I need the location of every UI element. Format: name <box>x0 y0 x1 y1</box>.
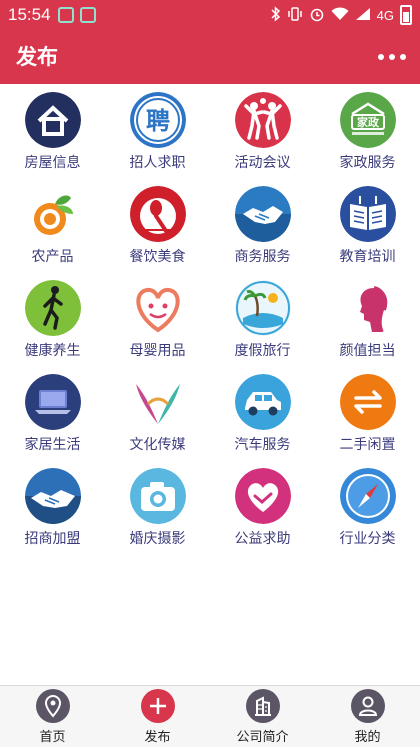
svg-text:家政: 家政 <box>357 115 380 129</box>
category-item[interactable]: 家居生活 <box>0 374 105 468</box>
category-item[interactable]: 教育培训 <box>315 186 420 280</box>
category-label: 度假旅行 <box>234 343 291 359</box>
category-item[interactable]: 公益求助 <box>210 468 315 562</box>
mother-baby-icon <box>129 280 186 336</box>
category-item[interactable]: 二手闲置 <box>315 374 420 468</box>
user-icon <box>350 689 385 723</box>
category-item[interactable]: 婚庆摄影 <box>105 468 210 562</box>
island-icon <box>234 280 291 336</box>
bluetooth-icon <box>271 5 281 25</box>
category-item[interactable]: 行业分类 <box>315 468 420 562</box>
category-label: 招人求职 <box>129 155 186 171</box>
tab-label: 发布 <box>144 730 171 745</box>
signal-icon <box>355 7 371 24</box>
category-item[interactable]: 房屋信息 <box>0 92 105 186</box>
svg-text:聘: 聘 <box>146 107 170 135</box>
category-item[interactable]: 招商加盟 <box>0 468 105 562</box>
category-label: 家政服务 <box>339 155 396 171</box>
location-pin-icon <box>35 689 70 723</box>
dining-icon <box>129 186 186 242</box>
category-item[interactable]: 商务服务 <box>210 186 315 280</box>
tab-mine[interactable]: 我的 <box>315 686 420 747</box>
handshake-icon <box>234 186 291 242</box>
category-label: 行业分类 <box>339 531 396 547</box>
culture-icon <box>129 374 186 430</box>
housekeeping-icon: 家政 <box>339 92 396 148</box>
recruit-icon: 聘 <box>129 92 186 148</box>
category-item[interactable]: 农产品 <box>0 186 105 280</box>
walking-icon <box>24 280 81 336</box>
building-icon <box>245 689 280 723</box>
scan-notification-icon <box>80 7 96 23</box>
category-label: 二手闲置 <box>339 437 396 453</box>
beauty-icon <box>339 280 396 336</box>
category-item[interactable]: 文化传媒 <box>105 374 210 468</box>
category-label: 农产品 <box>31 249 74 265</box>
category-label: 母婴用品 <box>129 343 186 359</box>
category-item[interactable]: 汽车服务 <box>210 374 315 468</box>
charity-heart-icon <box>234 468 291 524</box>
plus-icon <box>140 689 175 723</box>
category-label: 商务服务 <box>234 249 291 265</box>
app-header: 发布 <box>0 30 420 84</box>
camera-icon <box>129 468 186 524</box>
category-item[interactable]: 餐饮美食 <box>105 186 210 280</box>
tab-publish[interactable]: 发布 <box>105 686 210 747</box>
category-label: 汽车服务 <box>234 437 291 453</box>
vibrate-icon <box>287 6 303 25</box>
category-label: 婚庆摄影 <box>129 531 186 547</box>
tab-label: 首页 <box>39 730 66 745</box>
partnership-icon <box>24 468 81 524</box>
wechat-notification-icon <box>58 7 74 23</box>
activity-icon <box>234 92 291 148</box>
tab-label: 我的 <box>354 730 381 745</box>
category-label: 健康养生 <box>24 343 81 359</box>
category-item[interactable]: 家政 家政服务 <box>315 92 420 186</box>
wifi-icon <box>331 6 349 24</box>
category-item[interactable]: 活动会议 <box>210 92 315 186</box>
category-label: 文化传媒 <box>129 437 186 453</box>
category-item[interactable]: 度假旅行 <box>210 280 315 374</box>
category-label: 教育培训 <box>339 249 396 265</box>
book-icon <box>339 186 396 242</box>
category-label: 家居生活 <box>24 437 81 453</box>
produce-icon <box>24 186 81 242</box>
bottom-tab-bar: 首页 发布 公司简介 我的 <box>0 685 420 747</box>
exchange-icon <box>339 374 396 430</box>
house-icon <box>24 92 81 148</box>
category-label: 颜值担当 <box>339 343 396 359</box>
category-item[interactable]: 母婴用品 <box>105 280 210 374</box>
category-item[interactable]: 聘 招人求职 <box>105 92 210 186</box>
category-item[interactable]: 颜值担当 <box>315 280 420 374</box>
compass-icon <box>339 468 396 524</box>
tab-home[interactable]: 首页 <box>0 686 105 747</box>
page-title: 发布 <box>16 45 58 69</box>
category-label: 公益求助 <box>234 531 291 547</box>
status-time: 15:54 <box>8 5 51 24</box>
tab-label: 公司简介 <box>236 730 289 745</box>
category-label: 餐饮美食 <box>129 249 186 265</box>
category-label: 活动会议 <box>234 155 291 171</box>
status-bar: 15:54 4G <box>0 0 420 30</box>
tab-company[interactable]: 公司简介 <box>210 686 315 747</box>
car-icon <box>234 374 291 430</box>
category-item[interactable]: 健康养生 <box>0 280 105 374</box>
category-label: 招商加盟 <box>24 531 81 547</box>
battery-icon <box>400 5 412 25</box>
more-dots-icon[interactable] <box>378 45 406 69</box>
alarm-icon <box>309 6 325 25</box>
laptop-icon <box>24 374 81 430</box>
network-type: 4G <box>376 7 394 23</box>
category-grid: 房屋信息 聘 招人求职 活动会议 家政 家政服务 农产品 餐饮美食 商务服务 教… <box>0 92 420 562</box>
category-label: 房屋信息 <box>24 155 81 171</box>
